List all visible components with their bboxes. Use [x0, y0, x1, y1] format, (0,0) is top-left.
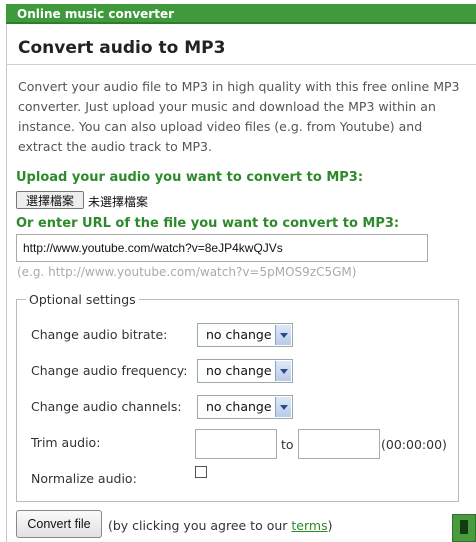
url-example-hint: (e.g. http://www.youtube.com/watch?v=5pM… [17, 265, 357, 279]
chevron-down-icon[interactable] [275, 397, 291, 417]
convert-file-button[interactable]: Convert file [16, 510, 102, 538]
normalize-checkbox[interactable] [195, 466, 207, 478]
normalize-label: Normalize audio: [31, 471, 137, 486]
channels-select[interactable]: no change [197, 395, 293, 419]
page-title: Convert audio to MP3 [18, 38, 226, 58]
bitrate-selected-value: no change [206, 327, 272, 342]
chevron-down-icon[interactable] [275, 325, 291, 345]
agree-prefix: (by clicking you agree to our [108, 518, 292, 533]
trim-format-hint: (00:00:00) [381, 437, 447, 452]
trim-label: Trim audio: [31, 435, 101, 450]
converter-page: Online music converter Convert audio to … [0, 0, 476, 542]
feedback-tab[interactable] [452, 514, 476, 542]
trim-end-input[interactable] [298, 429, 380, 459]
frequency-selected-value: no change [206, 363, 272, 378]
upload-heading: Upload your audio you want to convert to… [16, 170, 364, 185]
channels-selected-value: no change [206, 399, 272, 414]
app-title: Online music converter [17, 7, 174, 21]
bitrate-label: Change audio bitrate: [31, 327, 168, 342]
title-divider [6, 64, 476, 65]
terms-link[interactable]: terms [291, 518, 327, 533]
url-input[interactable] [16, 234, 428, 262]
frequency-select[interactable]: no change [197, 359, 293, 383]
feedback-icon [460, 520, 468, 534]
channels-label: Change audio channels: [31, 399, 182, 414]
file-status: 未選擇檔案 [88, 195, 149, 209]
terms-agreement: (by clicking you agree to our terms) [108, 518, 332, 533]
intro-text: Convert your audio file to MP3 in high q… [18, 79, 460, 154]
agree-suffix: ) [327, 518, 333, 533]
bitrate-select[interactable]: no change [197, 323, 293, 347]
trim-start-input[interactable] [195, 429, 277, 459]
frequency-label: Change audio frequency: [31, 363, 188, 378]
choose-file-button[interactable]: 選擇檔案 [16, 191, 84, 209]
chevron-down-icon[interactable] [275, 361, 291, 381]
app-title-bar: Online music converter [6, 4, 476, 24]
trim-to-label: to [281, 437, 294, 452]
url-heading: Or enter URL of the file you want to con… [16, 216, 400, 231]
optional-settings-legend: Optional settings [26, 292, 139, 307]
